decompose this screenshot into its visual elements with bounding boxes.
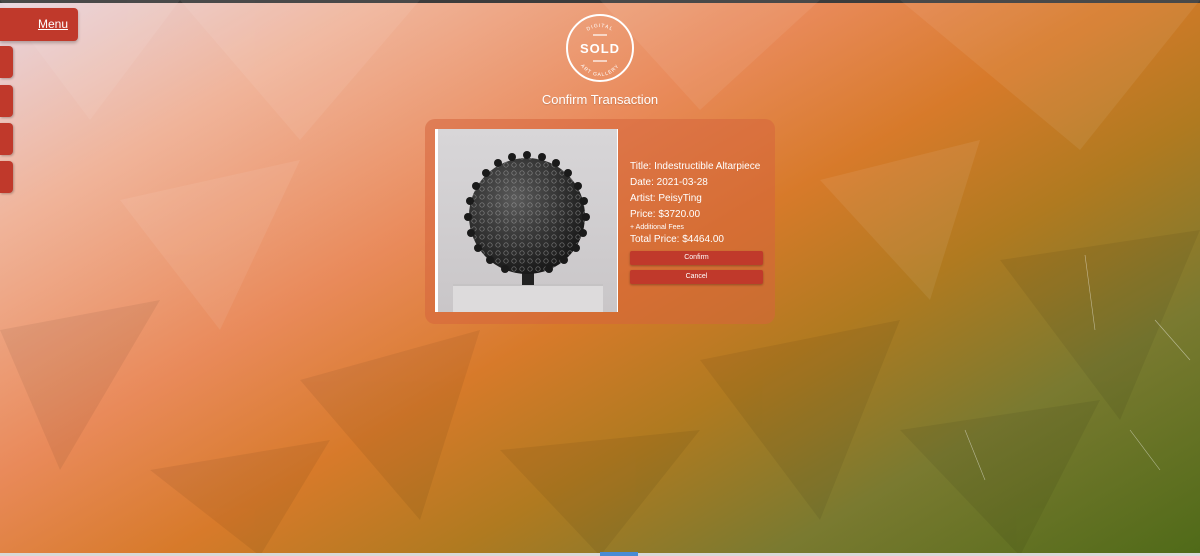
svg-text:ART GALLERY: ART GALLERY bbox=[579, 63, 621, 78]
logo-main-text: SOLD bbox=[580, 41, 620, 56]
artwork-date: Date: 2021-03-28 bbox=[630, 177, 708, 188]
side-nav-tab-1[interactable] bbox=[0, 46, 13, 78]
additional-fees-note: + Additional Fees bbox=[630, 224, 684, 231]
svg-text:DIGITAL: DIGITAL bbox=[586, 23, 615, 33]
menu-button-label: Menu bbox=[37, 17, 68, 31]
cancel-button[interactable]: Cancel bbox=[630, 270, 763, 284]
artwork-artist: Artist: PeisyTing bbox=[630, 193, 702, 204]
taskbar-indicator bbox=[600, 552, 638, 556]
logo-top-text: DIGITAL bbox=[586, 23, 614, 33]
side-nav-tab-4[interactable] bbox=[0, 161, 13, 193]
confirm-button[interactable]: Confirm bbox=[630, 251, 763, 265]
menu-button[interactable]: Menu bbox=[0, 8, 78, 41]
page-title: Confirm Transaction bbox=[541, 92, 659, 107]
artwork-details: Title: Indestructible Altarpiece Date: 2… bbox=[630, 159, 760, 248]
transaction-card: Title: Indestructible Altarpiece Date: 2… bbox=[425, 119, 775, 324]
artwork-frame bbox=[435, 129, 618, 312]
side-nav-tab-3[interactable] bbox=[0, 123, 13, 155]
total-price: Total Price: $4464.00 bbox=[630, 234, 724, 245]
artwork-price: Price: $3720.00 bbox=[630, 209, 701, 220]
artwork-image bbox=[438, 129, 617, 312]
artwork-title: Title: Indestructible Altarpiece bbox=[630, 161, 761, 172]
logo-bottom-text: ART GALLERY bbox=[579, 63, 620, 78]
sold-logo: DIGITAL SOLD ART GALLERY bbox=[566, 14, 634, 82]
